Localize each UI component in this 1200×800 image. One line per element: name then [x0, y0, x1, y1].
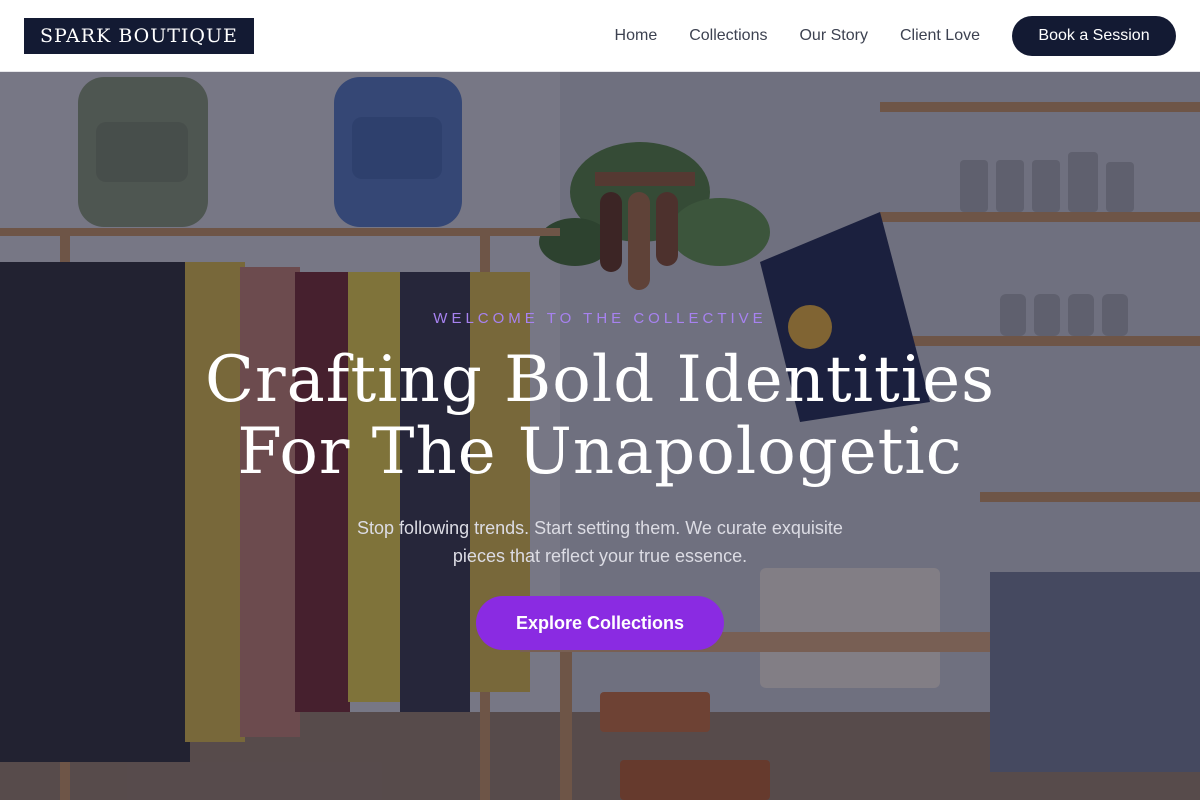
- hero-subtext-line-1: Stop following trends. Start setting the…: [357, 518, 843, 538]
- nav-link-client-love[interactable]: Client Love: [900, 27, 980, 45]
- hero-headline-line-1: Crafting Bold Identities: [205, 343, 995, 417]
- nav-link-collections[interactable]: Collections: [689, 27, 767, 45]
- hero-content: WELCOME TO THE COLLECTIVE Crafting Bold …: [0, 72, 1200, 800]
- site-header: SPARK BOUTIQUE Home Collections Our Stor…: [0, 0, 1200, 72]
- book-session-button[interactable]: Book a Session: [1012, 16, 1176, 56]
- hero-headline-line-2: For The Unapologetic: [237, 415, 963, 489]
- hero-headline: Crafting Bold Identities For The Unapolo…: [0, 344, 1200, 488]
- hero-subtext: Stop following trends. Start setting the…: [330, 514, 870, 570]
- hero-eyebrow: WELCOME TO THE COLLECTIVE: [433, 310, 767, 327]
- brand-logo[interactable]: SPARK BOUTIQUE: [24, 18, 254, 54]
- explore-collections-button[interactable]: Explore Collections: [476, 596, 724, 650]
- hero-subtext-line-2: pieces that reflect your true essence.: [452, 546, 748, 566]
- nav-link-our-story[interactable]: Our Story: [799, 27, 867, 45]
- main-nav: Home Collections Our Story Client Love: [583, 0, 980, 72]
- hero-section: WELCOME TO THE COLLECTIVE Crafting Bold …: [0, 72, 1200, 800]
- nav-link-home[interactable]: Home: [615, 27, 658, 45]
